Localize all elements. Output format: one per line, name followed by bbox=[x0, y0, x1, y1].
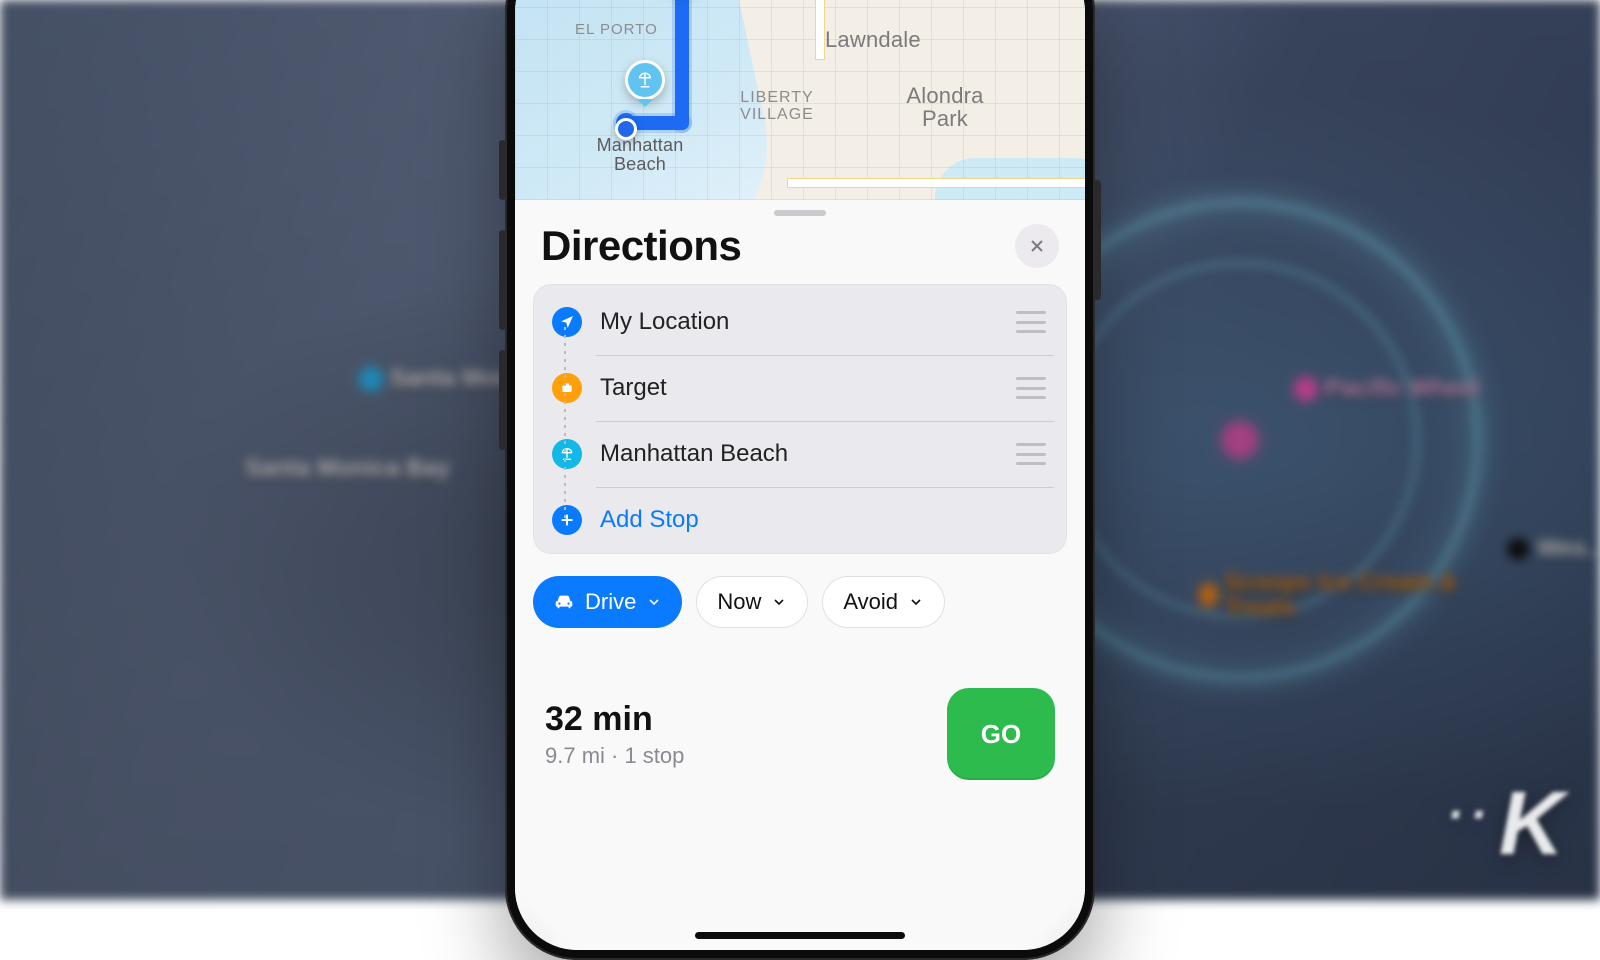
stop-row-waypoint[interactable]: Target bbox=[534, 355, 1066, 421]
beach-icon bbox=[552, 439, 582, 469]
store-icon bbox=[552, 373, 582, 403]
map-label-lawndale: Lawndale bbox=[825, 28, 921, 51]
location-arrow-icon bbox=[552, 307, 582, 337]
close-icon bbox=[1027, 236, 1047, 256]
eta-sub: 9.7 mi · 1 stop bbox=[545, 743, 684, 769]
map-label-alondra-park: Alondra Park bbox=[890, 84, 1000, 130]
directions-sheet[interactable]: Directions My Location bbox=[515, 200, 1085, 950]
home-indicator[interactable] bbox=[695, 932, 905, 939]
map-view[interactable]: 1 EL PORTO Lawndale LIBERTY VILLAGE Alon… bbox=[515, 0, 1085, 200]
chevron-down-icon bbox=[771, 594, 787, 610]
watermark-logo: K bbox=[1446, 773, 1560, 876]
map-label-liberty-village: LIBERTY VILLAGE bbox=[727, 90, 827, 124]
stop-row-destination[interactable]: Manhattan Beach bbox=[534, 421, 1066, 487]
add-stop-label: Add Stop bbox=[600, 506, 1046, 534]
drag-handle-icon[interactable] bbox=[1016, 443, 1046, 465]
stop-label: Manhattan Beach bbox=[600, 440, 998, 468]
plus-icon bbox=[552, 505, 582, 535]
add-stop-button[interactable]: Add Stop bbox=[534, 487, 1066, 553]
poi-beach-pin[interactable] bbox=[625, 60, 665, 100]
eta-time: 32 min bbox=[545, 700, 684, 739]
avoid-selector[interactable]: Avoid bbox=[822, 576, 945, 628]
avoid-label: Avoid bbox=[843, 589, 898, 615]
phone-frame: 1 EL PORTO Lawndale LIBERTY VILLAGE Alon… bbox=[505, 0, 1095, 960]
sheet-title: Directions bbox=[541, 222, 741, 270]
stops-list: My Location Target Manhattan bbox=[533, 284, 1067, 554]
phone-screen: 1 EL PORTO Lawndale LIBERTY VILLAGE Alon… bbox=[515, 0, 1085, 950]
mode-selector[interactable]: Drive bbox=[533, 576, 682, 628]
bg-label-pacific-wheel: Pacific Wheel bbox=[1295, 375, 1480, 403]
stop-label: My Location bbox=[600, 308, 998, 336]
bg-label-scoops: Scoops Ice Cream & Treats bbox=[1200, 570, 1460, 620]
mode-label: Drive bbox=[585, 589, 636, 615]
map-label-el-porto: EL PORTO bbox=[575, 22, 658, 38]
map-label-manhattan-beach: Manhattan Beach bbox=[585, 136, 695, 174]
bg-label-santa-monica-bay: Santa Monica Bay bbox=[245, 455, 450, 483]
chevron-down-icon bbox=[646, 594, 662, 610]
drag-handle-icon[interactable] bbox=[1016, 311, 1046, 333]
sheet-grabber[interactable] bbox=[774, 210, 826, 216]
time-label: Now bbox=[717, 589, 761, 615]
stop-label: Target bbox=[600, 374, 998, 402]
eta-block: 32 min 9.7 mi · 1 stop bbox=[545, 700, 684, 769]
time-selector[interactable]: Now bbox=[696, 576, 808, 628]
close-button[interactable] bbox=[1015, 224, 1059, 268]
stop-row-origin[interactable]: My Location bbox=[534, 289, 1066, 355]
go-button[interactable]: GO bbox=[947, 688, 1055, 780]
bg-label-wes: Wes… bbox=[1507, 535, 1600, 563]
car-icon bbox=[553, 591, 575, 613]
drag-handle-icon[interactable] bbox=[1016, 377, 1046, 399]
route-options: Drive Now Avoid bbox=[515, 554, 1085, 638]
chevron-down-icon bbox=[908, 594, 924, 610]
